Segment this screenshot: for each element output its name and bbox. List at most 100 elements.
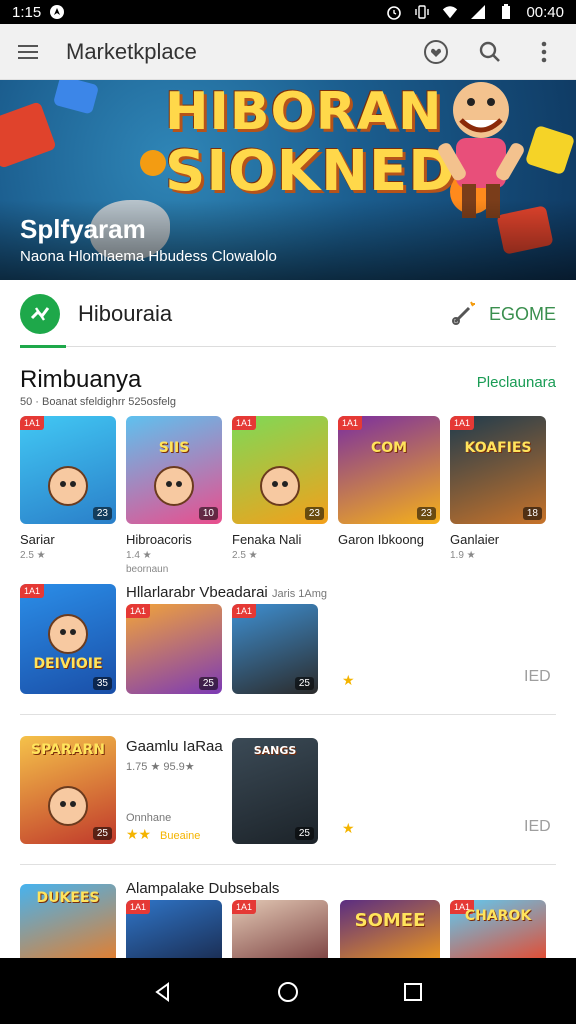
- app-title: Marketkplace: [66, 38, 197, 64]
- tile-art-text: COM: [370, 440, 408, 456]
- row-price[interactable]: IED: [524, 818, 551, 836]
- navigation-icon: [49, 4, 65, 20]
- section-header: Rimbuanya Pleclaunara: [20, 366, 556, 394]
- section-subtitle: 50 · Boanat sfeldighrr 525osfelg: [20, 396, 176, 408]
- tile-art-text: DUKEES: [36, 890, 100, 906]
- row-meta: 1.75 ★ 95.9★: [126, 761, 195, 773]
- tile-tag: 1A1: [232, 416, 257, 430]
- signal-icon: [470, 4, 486, 20]
- hero-banner[interactable]: HIBORAN SIOKNED Splfyaram Naona Hlomlaem…: [0, 80, 576, 280]
- game-tile[interactable]: 1A1 23: [20, 416, 116, 524]
- recents-icon[interactable]: [399, 978, 427, 1006]
- game-tile[interactable]: 1A1 DEIVIOIE 35: [20, 584, 116, 694]
- hero-headline: HIBORAN SIOKNED: [165, 82, 456, 204]
- battery-icon: [498, 4, 514, 20]
- tile-tag: 1A1: [20, 416, 45, 430]
- home-icon[interactable]: [274, 978, 302, 1006]
- row-price[interactable]: IED: [524, 668, 551, 686]
- tile-name: Garon Ibkoong: [338, 532, 425, 547]
- row-title: Hllarlarabr Vbeadarai: [126, 584, 268, 601]
- tile-art-text: DEIVIOIE: [33, 656, 103, 672]
- tile-meta: 1.4 ★: [126, 550, 152, 561]
- tile-meta: 2.5 ★: [232, 550, 258, 561]
- row-rating-text: Bueaine: [160, 830, 201, 842]
- featured-logo-icon: [20, 294, 60, 334]
- hero-cube: [140, 150, 166, 176]
- tile-badge: 23: [416, 507, 436, 520]
- wifi-icon: [442, 4, 458, 20]
- tile-tag: 1A1: [126, 900, 151, 914]
- heart-icon[interactable]: [422, 38, 450, 66]
- tile-tag: 1A1: [338, 416, 363, 430]
- game-tile[interactable]: 1A1 KOAFIES 18: [450, 416, 546, 524]
- tile-badge: 18: [522, 507, 542, 520]
- game-tile[interactable]: 1A1 COM 23: [338, 416, 440, 524]
- hero-title: Splfyaram: [20, 214, 146, 244]
- status-bar: 1:15 00:40: [0, 0, 576, 24]
- featured-underline: [20, 345, 66, 348]
- hero-character: [426, 80, 536, 220]
- app-bar: Marketkplace: [0, 24, 576, 80]
- tile-art-text: SANGS: [253, 744, 297, 757]
- game-tile[interactable]: 1A1 25: [232, 604, 318, 694]
- tile-badge: 25: [198, 677, 218, 690]
- tile-art-text: SPARARN: [30, 742, 105, 758]
- game-tile[interactable]: SIIS 10: [126, 416, 222, 524]
- tile-character: [260, 466, 300, 506]
- tile-name: Fenaka Nali: [232, 532, 302, 547]
- hero-cube: [52, 80, 100, 115]
- navigation-bar: [0, 960, 576, 1024]
- back-icon[interactable]: [149, 978, 177, 1006]
- tile-badge: 23: [92, 507, 112, 520]
- tile-tag: 1A1: [20, 584, 45, 598]
- alarm-icon: [386, 4, 402, 20]
- game-tile[interactable]: DUKEES: [20, 884, 116, 964]
- hero-cube: [0, 101, 57, 169]
- tile-name: Ganlaier: [450, 532, 500, 547]
- divider: [20, 864, 556, 865]
- row-title: Alampalake Dubsebals: [126, 880, 280, 897]
- featured-name: Hibouraia: [78, 301, 173, 326]
- tile-name: Sariar: [20, 532, 55, 547]
- featured-cta-label: EGOME: [488, 303, 556, 324]
- tile-badge: 25: [294, 677, 314, 690]
- vibrate-icon: [414, 4, 430, 20]
- tile-tag: 1A1: [126, 604, 151, 618]
- more-vert-icon[interactable]: [530, 38, 558, 66]
- row-title-note: Jaris 1Amg: [272, 588, 328, 600]
- tile-character: [48, 786, 88, 826]
- tile-tag: 1A1: [232, 604, 257, 618]
- row-sub: Onnhane: [126, 812, 172, 824]
- status-time-right: 00:40: [526, 3, 564, 21]
- game-tile[interactable]: 1A1 23: [232, 416, 328, 524]
- tile-tag: 1A1: [450, 416, 475, 430]
- tile-character: [154, 466, 194, 506]
- tile-meta: 1.9 ★: [450, 550, 476, 561]
- game-tile[interactable]: SOMEE: [340, 900, 440, 964]
- hero-subtitle: Naona Hlomlaema Hbudess Clowalolo: [20, 248, 277, 265]
- tile-badge: 10: [198, 507, 218, 520]
- tile-meta: 2.5 ★: [20, 550, 46, 561]
- tile-art-text: CHAROK: [464, 908, 532, 924]
- game-tile[interactable]: 1A1: [126, 900, 222, 964]
- tile-badge: 35: [92, 677, 112, 690]
- game-tile[interactable]: 1A1 CHAROK: [450, 900, 546, 964]
- tile-extra: beornaun: [126, 564, 169, 575]
- menu-icon[interactable]: [14, 38, 42, 66]
- search-icon[interactable]: [476, 38, 504, 66]
- game-tile[interactable]: 1A1: [232, 900, 328, 964]
- game-tile[interactable]: SANGS 25: [232, 738, 318, 844]
- tile-badge: 23: [304, 507, 324, 520]
- game-tile[interactable]: SPARARN 25: [20, 736, 116, 844]
- divider: [66, 346, 556, 347]
- featured-app-row[interactable]: Hibouraia EGOME: [0, 280, 576, 348]
- tile-name: Hibroacoris: [126, 532, 192, 547]
- tile-art-text: SOMEE: [354, 910, 426, 931]
- tile-art-text: KOAFIES: [464, 440, 532, 456]
- featured-cta-button[interactable]: EGOME: [451, 298, 556, 331]
- tile-character: [48, 466, 88, 506]
- tile-badge: 25: [92, 827, 112, 840]
- game-tile[interactable]: 1A1 25: [126, 604, 222, 694]
- see-more-link[interactable]: Pleclaunara: [477, 374, 556, 391]
- tile-badge: 25: [294, 827, 314, 840]
